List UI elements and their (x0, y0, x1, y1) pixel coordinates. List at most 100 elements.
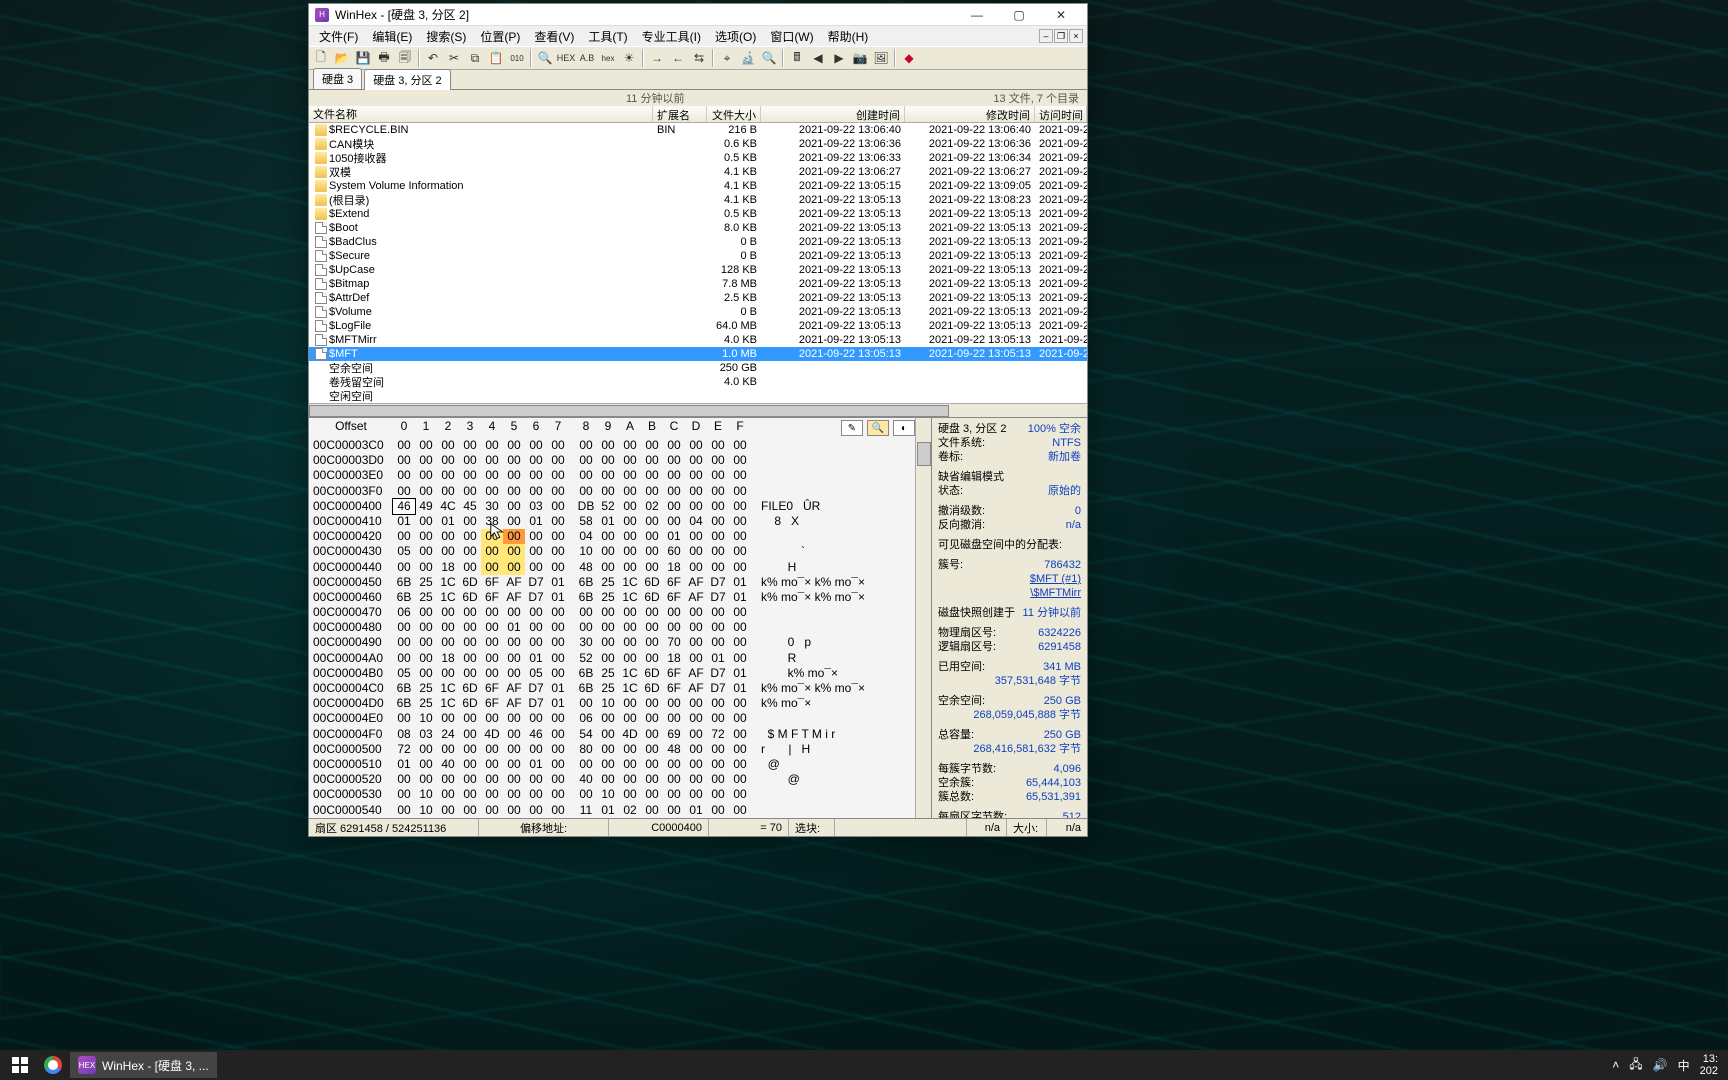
link-mft[interactable]: $MFT (#1) (1030, 572, 1081, 586)
vscroll-thumb[interactable] (917, 442, 931, 466)
taskbar-chrome[interactable] (36, 1052, 70, 1078)
file-list-hscroll[interactable] (309, 403, 1087, 417)
menu-edit[interactable]: 编辑(E) (366, 26, 418, 47)
winhex-icon: HEX (78, 1056, 96, 1074)
file-row[interactable]: $Extend0.5 KB2021-09-22 13:05:132021-09-… (309, 207, 1087, 221)
col-size[interactable]: 文件大小 (707, 106, 761, 122)
hex-vscroll[interactable] (915, 418, 931, 818)
hex-tool-eraser-icon[interactable]: ◐ (893, 420, 915, 436)
col-ctime[interactable]: 创建时间 (761, 106, 905, 122)
link-mftmirr[interactable]: \$MFTMirr (1030, 586, 1081, 600)
file-row[interactable]: $Boot8.0 KB2021-09-22 13:05:132021-09-22… (309, 221, 1087, 235)
menu-specialist[interactable]: 专业工具(I) (636, 26, 707, 47)
tab-disk3[interactable]: 硬盘 3 (313, 68, 362, 89)
disk-icon[interactable]: 🔍 (759, 48, 779, 68)
tray-volume-icon[interactable]: 🔊 (1653, 1058, 1668, 1072)
menu-options[interactable]: 选项(O) (709, 26, 762, 47)
hscroll-thumb[interactable] (309, 405, 949, 417)
copy-icon[interactable]: ⧉ (465, 48, 485, 68)
menu-search[interactable]: 搜索(S) (420, 26, 472, 47)
fwd-icon[interactable]: ⇆ (689, 48, 709, 68)
tray-network-icon[interactable]: 🖧 (1629, 1055, 1642, 1076)
menu-help[interactable]: 帮助(H) (822, 26, 875, 47)
hex-tool-pencil-icon[interactable]: ✎ (841, 420, 863, 436)
file-row[interactable]: 卷残留空间4.0 KB (309, 375, 1087, 389)
back-icon[interactable]: ← (668, 48, 688, 68)
print-icon[interactable]: 🖶 (374, 48, 394, 68)
file-row[interactable]: $UpCase128 KB2021-09-22 13:05:132021-09-… (309, 263, 1087, 277)
tray-clock[interactable]: 13: 202 (1700, 1053, 1718, 1077)
info-count: 13 文件, 7 个目录 (993, 90, 1079, 106)
maximize-button[interactable]: ▢ (999, 5, 1039, 25)
goto-offset-icon[interactable]: → (647, 48, 667, 68)
col-ext[interactable]: 扩展名 (653, 106, 707, 122)
file-row[interactable]: $BadClus0 B2021-09-22 13:05:132021-09-22… (309, 235, 1087, 249)
file-row[interactable]: 双模4.1 KB2021-09-22 13:06:272021-09-22 13… (309, 165, 1087, 179)
file-row[interactable]: System Volume Information4.1 KB2021-09-2… (309, 179, 1087, 193)
file-row[interactable]: $MFT1.0 MB2021-09-22 13:05:132021-09-22 … (309, 347, 1087, 361)
menu-tools[interactable]: 工具(T) (582, 26, 633, 47)
app-icon: H (315, 8, 329, 22)
file-row[interactable]: 空闲空间 (309, 389, 1087, 403)
minimize-button[interactable]: — (957, 5, 997, 25)
find-text-icon[interactable]: HEX (556, 48, 576, 68)
file-row[interactable]: 1050接收器0.5 KB2021-09-22 13:06:332021-09-… (309, 151, 1087, 165)
file-row[interactable]: $MFTMirr4.0 KB2021-09-22 13:05:132021-09… (309, 333, 1087, 347)
mdi-close-button[interactable]: × (1069, 29, 1083, 43)
col-name[interactable]: 文件名称 (309, 106, 653, 122)
tray-up-icon[interactable]: ˄ (1612, 1058, 1619, 1072)
mdi-minimize-button[interactable]: – (1039, 29, 1053, 43)
clipboard-icon[interactable]: 010 (507, 48, 527, 68)
status-sel-label: 选块: (789, 819, 835, 836)
nav-next-icon[interactable]: ▶ (829, 48, 849, 68)
menu-view[interactable]: 查看(V) (528, 26, 580, 47)
taskbar-winhex-label: WinHex - [硬盘 3, ... (102, 1057, 209, 1074)
file-row[interactable]: $Volume0 B2021-09-22 13:05:132021-09-22 … (309, 305, 1087, 319)
menu-window[interactable]: 窗口(W) (764, 26, 819, 47)
col-atime[interactable]: 访问时间 (1035, 106, 1087, 122)
file-list: 文件名称 扩展名 文件大小 创建时间 修改时间 访问时间 $RECYCLE.BI… (309, 106, 1087, 418)
goto-icon[interactable]: ☀ (619, 48, 639, 68)
file-row[interactable]: $Secure0 B2021-09-22 13:05:132021-09-22 … (309, 249, 1087, 263)
mdi-restore-button[interactable]: ❐ (1054, 29, 1068, 43)
titlebar[interactable]: H WinHex - [硬盘 3, 分区 2] — ▢ ✕ (309, 4, 1087, 26)
menu-position[interactable]: 位置(P) (474, 26, 526, 47)
calc-icon[interactable]: 🖩 (787, 48, 807, 68)
find-ab-icon[interactable]: A.B (577, 48, 597, 68)
tab-disk3-part2[interactable]: 硬盘 3, 分区 2 (364, 69, 450, 90)
col-mtime[interactable]: 修改时间 (905, 106, 1035, 122)
file-row[interactable]: $RECYCLE.BINBIN216 B2021-09-22 13:06:402… (309, 123, 1087, 137)
windows-icon (12, 1057, 28, 1073)
file-row[interactable]: $Bitmap7.8 MB2021-09-22 13:05:132021-09-… (309, 277, 1087, 291)
open-icon[interactable]: 📂 (332, 48, 352, 68)
nav-prev-icon[interactable]: ◀ (808, 48, 828, 68)
hex-tool-highlight-icon[interactable]: 🔍 (867, 420, 889, 436)
side-panel: 硬盘 3, 分区 2100% 空余 文件系统:NTFS 卷标:新加卷 缺省编辑模… (931, 418, 1087, 818)
menu-file[interactable]: 文件(F) (313, 26, 364, 47)
position-icon[interactable]: ⌖ (717, 48, 737, 68)
replace-icon[interactable]: hex (598, 48, 618, 68)
tray-ime-icon[interactable]: 中 (1678, 1057, 1690, 1074)
file-row[interactable]: (根目录)4.1 KB2021-09-22 13:05:132021-09-22… (309, 193, 1087, 207)
file-row[interactable]: $LogFile64.0 MB2021-09-22 13:05:132021-0… (309, 319, 1087, 333)
camera-icon[interactable]: 📷 (850, 48, 870, 68)
menubar: 文件(F) 编辑(E) 搜索(S) 位置(P) 查看(V) 工具(T) 专业工具… (309, 26, 1087, 46)
props-icon[interactable]: 🗐 (395, 48, 415, 68)
file-row[interactable]: 空余空间250 GB (309, 361, 1087, 375)
new-icon[interactable]: 🗋 (311, 48, 331, 68)
status-value: = 70 (709, 819, 789, 836)
analyze-icon[interactable]: 🔬 (738, 48, 758, 68)
file-row[interactable]: $AttrDef2.5 KB2021-09-22 13:05:132021-09… (309, 291, 1087, 305)
save-icon[interactable]: 💾 (353, 48, 373, 68)
close-button[interactable]: ✕ (1041, 5, 1081, 25)
hex-rows[interactable]: 00C00003C0000000000000000000000000000000… (309, 438, 915, 818)
undo-icon[interactable]: ↶ (423, 48, 443, 68)
paste-icon[interactable]: 📋 (486, 48, 506, 68)
start-button[interactable] (4, 1052, 36, 1078)
find-hex-icon[interactable]: 🔍 (535, 48, 555, 68)
file-row[interactable]: CAN模块0.6 KB2021-09-22 13:06:362021-09-22… (309, 137, 1087, 151)
image-icon[interactable]: 🖼 (871, 48, 891, 68)
cut-icon[interactable]: ✂ (444, 48, 464, 68)
taskbar-winhex[interactable]: HEX WinHex - [硬盘 3, ... (70, 1052, 217, 1078)
help-icon[interactable]: ◆ (899, 48, 919, 68)
